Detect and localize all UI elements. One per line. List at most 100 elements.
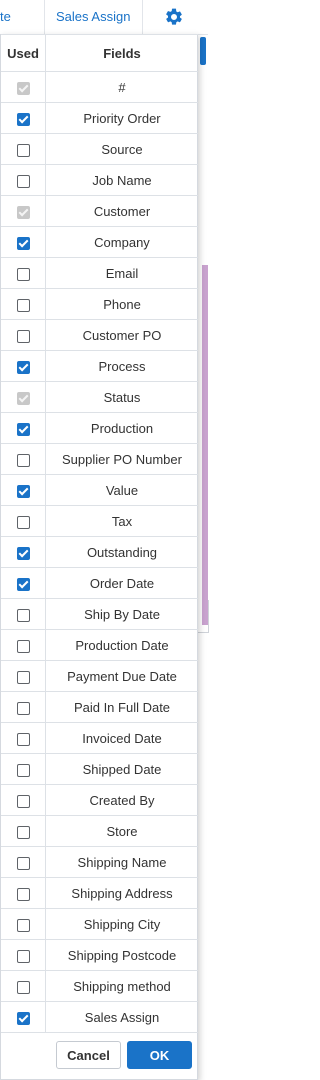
field-checkbox[interactable] [16, 856, 30, 870]
field-row[interactable]: Invoiced Date [1, 722, 198, 754]
field-checkbox-cell [1, 629, 46, 661]
field-checkbox[interactable] [16, 112, 30, 126]
field-checkbox[interactable] [16, 484, 30, 498]
field-checkbox[interactable] [16, 918, 30, 932]
field-checkbox-cell [1, 164, 46, 196]
field-row[interactable]: Job Name [1, 164, 198, 196]
field-checkbox-cell [1, 350, 46, 382]
table-header-background: te Sales Assign [0, 0, 208, 35]
fields-table: Used Fields # Priority Order Source Job Nam… [1, 34, 198, 1033]
field-row[interactable]: # [1, 71, 198, 103]
field-checkbox[interactable] [16, 763, 30, 777]
field-row[interactable]: Email [1, 257, 198, 289]
field-row[interactable]: Sales Assign [1, 1001, 198, 1033]
field-checkbox[interactable] [16, 887, 30, 901]
field-checkbox[interactable] [16, 794, 30, 808]
gear-icon[interactable] [164, 7, 184, 27]
field-label: Sales Assign [45, 1001, 198, 1033]
field-row[interactable]: Supplier PO Number [1, 443, 198, 475]
field-row[interactable]: Production Date [1, 629, 198, 661]
cancel-button[interactable]: Cancel [56, 1041, 121, 1069]
field-row[interactable]: Shipping Address [1, 877, 198, 909]
column-header-sales-assign[interactable]: Sales Assign [56, 0, 130, 34]
field-row[interactable]: Value [1, 474, 198, 506]
field-checkbox-cell [1, 71, 46, 103]
field-label: Production Date [45, 629, 198, 661]
field-row[interactable]: Payment Due Date [1, 660, 198, 692]
field-row[interactable]: Order Date [1, 567, 198, 599]
field-checkbox[interactable] [16, 670, 30, 684]
field-label: Process [45, 350, 198, 382]
field-checkbox-cell [1, 226, 46, 258]
field-checkbox-cell [1, 257, 46, 289]
field-checkbox[interactable] [16, 143, 30, 157]
field-checkbox-cell [1, 474, 46, 506]
field-checkbox-cell [1, 567, 46, 599]
field-checkbox[interactable] [16, 236, 30, 250]
field-row[interactable]: Production [1, 412, 198, 444]
field-row[interactable]: Paid In Full Date [1, 691, 198, 723]
field-row[interactable]: Shipping Name [1, 846, 198, 878]
field-row[interactable]: Shipping City [1, 908, 198, 940]
field-row[interactable]: Created By [1, 784, 198, 816]
ok-button[interactable]: OK [127, 1041, 192, 1069]
field-checkbox[interactable] [16, 360, 30, 374]
field-row[interactable]: Status [1, 381, 198, 413]
field-checkbox-cell [1, 815, 46, 847]
field-checkbox[interactable] [16, 608, 30, 622]
field-label: Shipping Postcode [45, 939, 198, 971]
field-checkbox[interactable] [16, 546, 30, 560]
field-label: Shipping method [45, 970, 198, 1002]
field-checkbox[interactable] [16, 298, 30, 312]
field-row[interactable]: Tax [1, 505, 198, 537]
field-row[interactable]: Priority Order [1, 102, 198, 134]
field-checkbox[interactable] [16, 825, 30, 839]
field-label: Email [45, 257, 198, 289]
field-checkbox-cell [1, 939, 46, 971]
field-checkbox[interactable] [16, 329, 30, 343]
field-row[interactable]: Shipping method [1, 970, 198, 1002]
field-checkbox[interactable] [16, 980, 30, 994]
field-checkbox-cell [1, 598, 46, 630]
field-label: Created By [45, 784, 198, 816]
column-edge-highlight [200, 37, 206, 65]
field-row[interactable]: Company [1, 226, 198, 258]
field-checkbox[interactable] [16, 174, 30, 188]
column-header-partial[interactable]: te [0, 0, 11, 34]
field-row[interactable]: Ship By Date [1, 598, 198, 630]
field-label: Customer PO [45, 319, 198, 351]
field-row[interactable]: Customer PO [1, 319, 198, 351]
field-checkbox[interactable] [16, 453, 30, 467]
field-label: Shipping Name [45, 846, 198, 878]
field-checkbox[interactable] [16, 577, 30, 591]
field-row[interactable]: Outstanding [1, 536, 198, 568]
field-checkbox-cell [1, 908, 46, 940]
field-checkbox-cell [1, 443, 46, 475]
field-checkbox[interactable] [16, 422, 30, 436]
field-checkbox[interactable] [16, 515, 30, 529]
field-checkbox [16, 81, 30, 95]
field-checkbox-cell [1, 381, 46, 413]
field-row[interactable]: Shipped Date [1, 753, 198, 785]
field-row[interactable]: Customer [1, 195, 198, 227]
field-row[interactable]: Store [1, 815, 198, 847]
field-checkbox-cell [1, 288, 46, 320]
field-label: Shipped Date [45, 753, 198, 785]
column-divider [142, 0, 143, 34]
field-checkbox[interactable] [16, 267, 30, 281]
field-label: Payment Due Date [45, 660, 198, 692]
field-checkbox[interactable] [16, 701, 30, 715]
used-column-header: Used [1, 34, 46, 72]
field-checkbox [16, 391, 30, 405]
field-row[interactable]: Shipping Postcode [1, 939, 198, 971]
field-checkbox[interactable] [16, 639, 30, 653]
field-row[interactable]: Phone [1, 288, 198, 320]
field-row[interactable]: Source [1, 133, 198, 165]
field-checkbox[interactable] [16, 949, 30, 963]
field-label: Value [45, 474, 198, 506]
field-label: Production [45, 412, 198, 444]
row-highlight-band [202, 265, 208, 625]
field-checkbox[interactable] [16, 732, 30, 746]
field-row[interactable]: Process [1, 350, 198, 382]
field-checkbox[interactable] [16, 1011, 30, 1025]
